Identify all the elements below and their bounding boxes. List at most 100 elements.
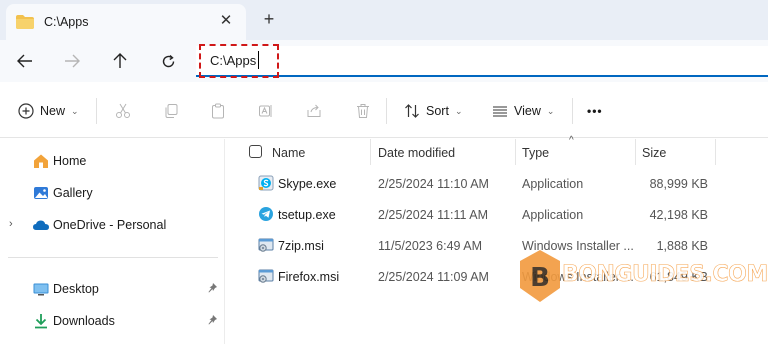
home-icon — [32, 152, 50, 170]
arrow-left-icon — [17, 54, 32, 68]
download-icon — [32, 312, 50, 330]
new-label: New — [40, 104, 66, 118]
file-date: 2/25/2024 11:10 AM — [378, 177, 489, 191]
more-options-button[interactable]: ••• — [587, 97, 603, 125]
arrow-right-icon — [65, 54, 80, 68]
view-button[interactable]: View ⌄ — [492, 97, 554, 125]
msi-icon — [258, 268, 274, 284]
address-input[interactable]: C:\Apps — [210, 53, 256, 68]
back-button[interactable] — [11, 48, 39, 74]
pin-icon[interactable] — [206, 314, 218, 329]
refresh-button[interactable] — [154, 48, 182, 74]
share-button[interactable] — [306, 97, 322, 125]
sidebar-item-desktop[interactable]: Desktop — [0, 276, 224, 302]
delete-button[interactable] — [355, 97, 371, 125]
copy-button[interactable] — [163, 97, 179, 125]
tab-title: C:\Apps — [44, 15, 89, 29]
sidebar-item-label: Home — [53, 154, 87, 168]
arrow-up-icon — [113, 53, 127, 68]
cut-button[interactable] — [115, 97, 131, 125]
new-tab-button[interactable]: + — [258, 8, 280, 30]
scissors-icon — [116, 103, 130, 118]
command-bar: New ⌄ Sort ⌄ View ⌄ ••• — [0, 84, 768, 138]
column-header-date[interactable]: Date modified — [378, 146, 455, 160]
sidebar-item-home[interactable]: Home — [0, 148, 224, 174]
pin-icon[interactable] — [206, 282, 218, 297]
file-size: 42,198 KB — [649, 208, 708, 222]
sidebar-item-label: Downloads — [53, 314, 115, 328]
file-name: tsetup.exe — [278, 208, 336, 222]
folder-icon — [16, 15, 34, 29]
divider — [386, 98, 387, 124]
share-icon — [307, 104, 321, 117]
file-date: 2/25/2024 11:09 AM — [378, 270, 489, 284]
cloud-icon — [32, 216, 50, 234]
paste-icon — [212, 103, 224, 119]
file-size: 88,999 KB — [649, 177, 708, 191]
paste-button[interactable] — [210, 97, 226, 125]
copy-icon — [165, 104, 178, 118]
navigation-pane: Home Gallery › OneDrive - Personal Deskt… — [0, 139, 224, 344]
file-name: 7zip.msi — [278, 239, 324, 253]
forward-button[interactable] — [58, 48, 86, 74]
file-row[interactable]: tsetup.exe 2/25/2024 11:11 AM Applicatio… — [225, 201, 768, 229]
msi-icon — [258, 237, 274, 253]
expand-chevron-icon[interactable]: › — [9, 218, 13, 230]
sort-icon — [405, 104, 419, 118]
close-tab-icon[interactable]: ✕ — [218, 13, 234, 29]
sidebar-item-onedrive[interactable]: › OneDrive - Personal — [0, 212, 224, 238]
select-all-checkbox[interactable] — [249, 145, 262, 158]
skype-icon — [258, 175, 274, 191]
sidebar-item-label: Desktop — [53, 282, 99, 296]
more-icon: ••• — [587, 104, 603, 118]
watermark-badge-letter: B — [530, 263, 550, 293]
file-type: Application — [522, 208, 584, 222]
sidebar-item-downloads[interactable]: Downloads — [0, 308, 224, 334]
text-caret — [258, 51, 259, 69]
column-divider[interactable] — [370, 139, 371, 165]
sidebar-item-gallery[interactable]: Gallery — [0, 180, 224, 206]
file-row[interactable]: Skype.exe 2/25/2024 11:10 AM Application… — [225, 170, 768, 198]
column-header-size[interactable]: Size — [642, 146, 666, 160]
view-list-icon — [493, 106, 507, 117]
chevron-down-icon: ⌄ — [71, 105, 79, 116]
watermark-badge-icon: B — [520, 250, 560, 302]
plus-circle-icon — [18, 103, 34, 119]
divider — [96, 98, 97, 124]
sidebar-divider — [8, 257, 218, 258]
trash-icon — [357, 104, 369, 118]
file-list: Name Date modified Type ^ Size Skype.exe… — [225, 135, 768, 344]
column-header-row: Name Date modified Type ^ Size — [225, 135, 768, 167]
chevron-down-icon: ⌄ — [546, 105, 555, 116]
title-bar: C:\Apps ✕ + — [0, 0, 768, 40]
chevron-down-icon: ⌄ — [454, 105, 463, 116]
up-button[interactable] — [106, 48, 134, 74]
view-label: View — [514, 104, 541, 118]
address-bar[interactable]: C:\Apps — [196, 44, 768, 78]
divider — [572, 98, 573, 124]
file-name: Firefox.msi — [278, 270, 340, 284]
column-divider[interactable] — [515, 139, 516, 165]
watermark: B BONGUIDES.COM — [518, 248, 768, 310]
navigation-row: C:\Apps — [0, 40, 768, 82]
column-divider[interactable] — [635, 139, 636, 165]
new-button[interactable]: New ⌄ — [18, 97, 79, 125]
sidebar-item-label: OneDrive - Personal — [53, 218, 167, 232]
file-type: Application — [522, 177, 584, 191]
sidebar-item-label: Gallery — [53, 186, 93, 200]
desktop-icon — [32, 280, 50, 298]
sort-button[interactable]: Sort ⌄ — [404, 97, 462, 125]
watermark-text: BONGUIDES.COM — [562, 262, 768, 288]
column-header-name[interactable]: Name — [272, 146, 305, 160]
rename-button[interactable] — [258, 97, 274, 125]
sort-caret-icon: ^ — [569, 135, 574, 146]
file-name: Skype.exe — [278, 177, 337, 191]
column-divider[interactable] — [715, 139, 716, 165]
sort-label: Sort — [426, 104, 449, 118]
telegram-icon — [258, 206, 274, 222]
tab-apps[interactable]: C:\Apps ✕ — [6, 4, 246, 40]
rename-icon — [259, 105, 272, 117]
refresh-icon — [162, 54, 174, 67]
file-date: 2/25/2024 11:11 AM — [378, 208, 489, 222]
column-header-type[interactable]: Type — [522, 146, 549, 160]
